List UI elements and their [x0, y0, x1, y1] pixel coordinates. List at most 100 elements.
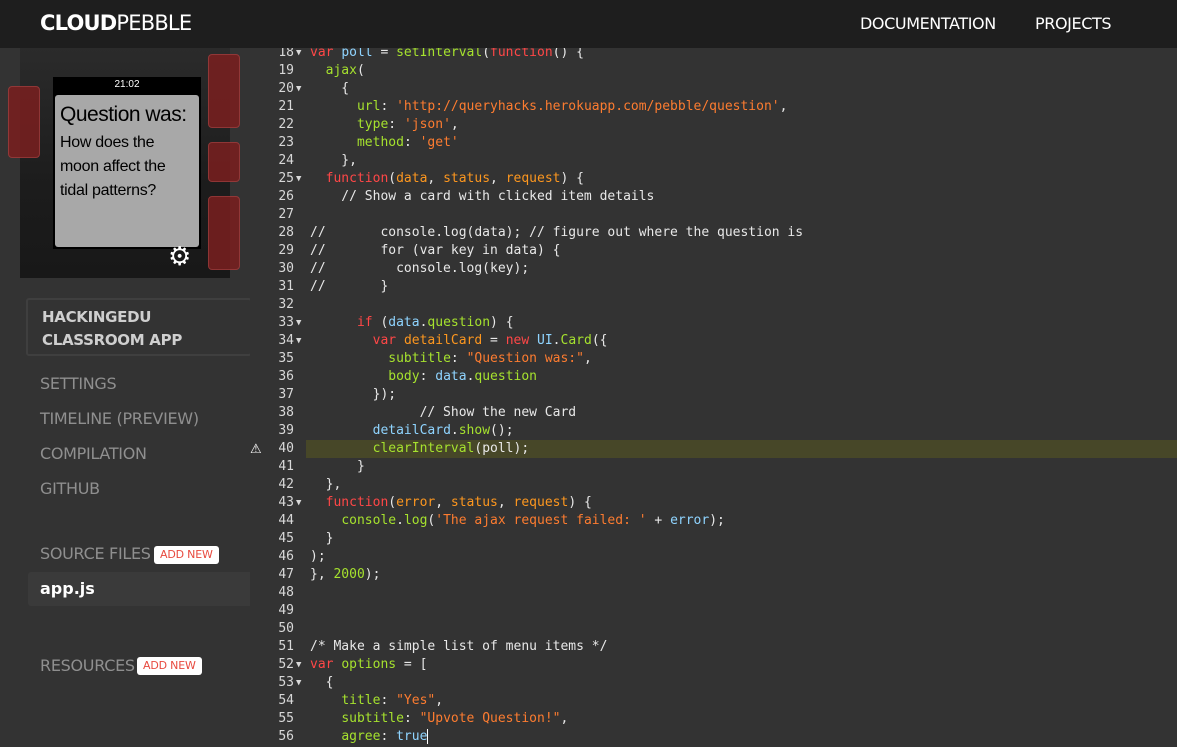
code-token: status — [450, 495, 498, 510]
code-line[interactable]: 40 clearInterval(poll); — [250, 440, 1177, 458]
code-token: } — [310, 531, 334, 546]
add-resource-button[interactable]: ADD NEW — [137, 657, 202, 675]
code-line[interactable]: 53 ▼ { — [250, 674, 1177, 692]
code-token: = [ — [396, 657, 428, 672]
code-line[interactable]: 44 console.log('The ajax request failed:… — [250, 512, 1177, 530]
emulator-select-button[interactable] — [208, 142, 240, 182]
code-line[interactable]: 35 subtitle: "Question was:", — [250, 350, 1177, 368]
code-line[interactable]: 19 ajax( — [250, 62, 1177, 80]
line-code: type: 'json', — [306, 116, 1177, 134]
code-line[interactable]: 34 ▼ var detailCard = new UI.Card({ — [250, 332, 1177, 350]
code-line[interactable]: 24 }, — [250, 152, 1177, 170]
code-line[interactable]: 30 // console.log(key); — [250, 260, 1177, 278]
line-code: }); — [306, 386, 1177, 404]
add-source-file-button[interactable]: ADD NEW — [154, 546, 219, 564]
code-token: question — [427, 315, 491, 330]
code-token: . — [396, 513, 404, 528]
code-line[interactable]: 47}, 2000); — [250, 566, 1177, 584]
sidebar-item-github[interactable]: GITHUB — [40, 479, 100, 498]
code-lines[interactable]: 18 ▼ var poll = setInterval(function() {19… — [250, 48, 1177, 746]
code-line[interactable]: 46); — [250, 548, 1177, 566]
code-line[interactable]: 29 // for (var key in data) { — [250, 242, 1177, 260]
nav-documentation[interactable]: DOCUMENTATION — [860, 14, 996, 33]
code-line[interactable]: 33 ▼ if (data.question) { — [250, 314, 1177, 332]
emulator-back-button[interactable] — [8, 86, 40, 158]
code-line[interactable]: 48 — [250, 584, 1177, 602]
code-token: data — [435, 369, 467, 384]
emulator-status-time: 21:02 — [114, 79, 140, 90]
sidebar: 21:02 Question was: How does the moon af… — [0, 48, 252, 747]
line-number: 39 — [278, 423, 294, 438]
line-code: // Show a card with clicked item details — [306, 188, 1177, 206]
line-code: } — [306, 458, 1177, 476]
emulator-screen: 21:02 Question was: How does the moon af… — [53, 77, 201, 249]
sidebar-item-compilation[interactable]: COMPILATION — [40, 444, 147, 463]
code-token: console — [341, 513, 397, 528]
code-token: new — [505, 333, 530, 348]
code-line[interactable]: 36 body: data.question — [250, 368, 1177, 386]
fold-arrow-icon[interactable]: ▼ — [296, 314, 306, 332]
line-code: var options = [ — [306, 656, 1177, 674]
code-line[interactable]: 56 agree: true — [250, 728, 1177, 746]
code-line[interactable]: 26 // Show a card with clicked item deta… — [250, 188, 1177, 206]
line-number: 29 — [278, 243, 294, 258]
code-line[interactable]: 20 ▼ { — [250, 80, 1177, 98]
line-code: // Show the new Card — [306, 404, 1177, 422]
emulator-up-button[interactable] — [208, 54, 240, 128]
line-code: /* Make a simple list of menu items */ — [306, 638, 1177, 656]
code-line[interactable]: 43 ▼ function(error, status, request) { — [250, 494, 1177, 512]
code-line[interactable]: 21 url: 'http://queryhacks.herokuapp.com… — [250, 98, 1177, 116]
code-token: function — [325, 495, 389, 510]
sidebar-item-settings[interactable]: SETTINGS — [40, 374, 117, 393]
code-line[interactable]: 45 } — [250, 530, 1177, 548]
nav-projects[interactable]: PROJECTS — [1035, 14, 1111, 33]
code-line[interactable]: 55 subtitle: "Upvote Question!", — [250, 710, 1177, 728]
line-number: 23 — [278, 135, 294, 150]
code-line[interactable]: 38 // Show the new Card — [250, 404, 1177, 422]
fold-arrow-icon[interactable]: ▼ — [296, 170, 306, 188]
cloudpebble-logo[interactable]: CLOUDPEBBLE — [40, 11, 192, 35]
code-line[interactable]: 37 }); — [250, 386, 1177, 404]
line-number: 42 — [278, 477, 294, 492]
code-line[interactable]: 23 method: 'get' — [250, 134, 1177, 152]
code-line[interactable]: 41 } — [250, 458, 1177, 476]
code-line[interactable]: 28 // console.log(data); // figure out wh… — [250, 224, 1177, 242]
code-token: error — [396, 495, 436, 510]
code-line[interactable]: 22 type: 'json', — [250, 116, 1177, 134]
code-line[interactable]: 51 /* Make a simple list of menu items */ — [250, 638, 1177, 656]
code-line[interactable]: 25 ▼ function(data, status, request) { — [250, 170, 1177, 188]
code-line[interactable]: 42 }, — [250, 476, 1177, 494]
code-editor[interactable]: ⚠ 18 ▼ var poll = setInterval(function() {… — [250, 48, 1177, 747]
code-line[interactable]: 49 — [250, 602, 1177, 620]
fold-arrow-icon[interactable]: ▼ — [296, 494, 306, 512]
code-token: : — [388, 117, 404, 132]
code-line[interactable]: 32 — [250, 296, 1177, 314]
code-token: data — [388, 315, 420, 330]
code-line[interactable]: 39 detailCard.show(); — [250, 422, 1177, 440]
fold-arrow-icon[interactable]: ▼ — [296, 674, 306, 692]
fold-arrow-icon[interactable]: ▼ — [296, 656, 306, 674]
file-item-app-js[interactable]: app.js — [28, 572, 250, 606]
code-token: request — [513, 495, 569, 510]
line-number: 30 — [278, 261, 294, 276]
line-number: 47 — [278, 567, 294, 582]
code-line[interactable]: 50 — [250, 620, 1177, 638]
code-token: function — [325, 171, 389, 186]
fold-arrow-icon[interactable]: ▼ — [296, 80, 306, 98]
emulator-down-button[interactable] — [208, 196, 240, 270]
code-line[interactable]: 31 // } — [250, 278, 1177, 296]
fold-arrow-icon[interactable]: ▼ — [296, 48, 306, 62]
code-line[interactable]: 54 title: "Yes", — [250, 692, 1177, 710]
code-line[interactable]: 27 — [250, 206, 1177, 224]
code-line[interactable]: 18 ▼ var poll = setInterval(function() { — [250, 48, 1177, 62]
code-token: = — [482, 333, 506, 348]
code-token: "Upvote Question!" — [419, 711, 561, 726]
line-code: // for (var key in data) { — [306, 242, 1177, 260]
gear-icon[interactable]: ⚙ — [168, 244, 191, 270]
line-code: function(data, status, request) { — [306, 170, 1177, 188]
sidebar-item-timeline[interactable]: TIMELINE (PREVIEW) — [40, 409, 199, 428]
fold-arrow-icon[interactable]: ▼ — [296, 332, 306, 350]
code-line[interactable]: 52 ▼ var options = [ — [250, 656, 1177, 674]
